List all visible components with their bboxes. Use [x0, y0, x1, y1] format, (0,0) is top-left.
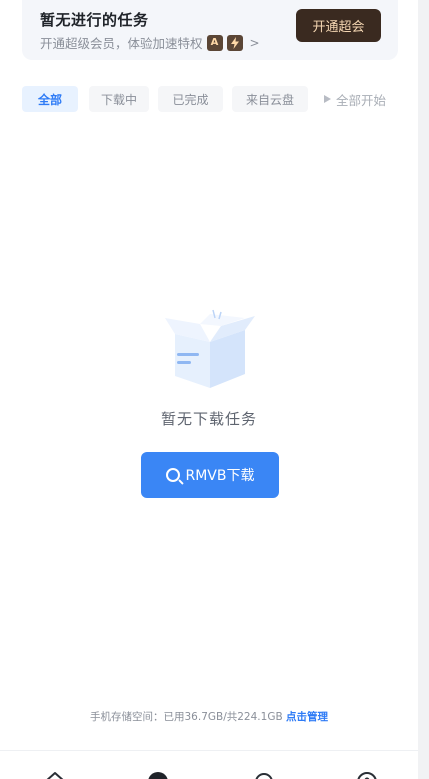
vip-banner-title: 暂无进行的任务: [40, 11, 149, 29]
empty-box-icon: [155, 296, 265, 396]
vip-badge-icon: A: [206, 34, 223, 51]
rmvb-download-search-button[interactable]: RMVB下载: [141, 452, 279, 498]
play-icon: [324, 95, 331, 103]
profile-icon[interactable]: [356, 771, 378, 779]
vip-banner[interactable]: 暂无进行的任务 开通超级会员，体验加速特权 A > 开通超会: [22, 0, 398, 60]
tab-all[interactable]: 全部: [22, 86, 78, 112]
storage-info: 手机存储空间：已用36.7GB/共224.1GB 点击管理: [0, 709, 418, 724]
open-super-vip-button[interactable]: 开通超会: [296, 9, 381, 42]
vip-banner-subtitle-row[interactable]: 开通超级会员，体验加速特权 A >: [40, 33, 260, 52]
empty-state-text: 暂无下载任务: [160, 410, 257, 428]
tab-completed[interactable]: 已完成: [158, 86, 223, 112]
filter-tabs: 全部 下载中 已完成 来自云盘 全部开始: [22, 86, 398, 112]
manage-storage-link[interactable]: 点击管理: [286, 711, 328, 723]
tab-from-cloud[interactable]: 来自云盘: [232, 86, 308, 112]
discover-icon[interactable]: [253, 771, 275, 779]
search-icon: [165, 468, 180, 482]
scrollbar-track[interactable]: [418, 0, 429, 779]
storage-text: 手机存储空间：已用36.7GB/共224.1GB: [90, 711, 283, 723]
tab-downloading[interactable]: 下载中: [89, 86, 149, 112]
bottom-nav: [0, 750, 418, 779]
chevron-right-icon: >: [249, 35, 260, 50]
search-button-label: RMVB下载: [185, 468, 255, 484]
start-all-button[interactable]: 全部开始: [324, 86, 386, 112]
download-icon[interactable]: [147, 771, 169, 779]
home-icon[interactable]: [44, 771, 66, 779]
start-all-label: 全部开始: [336, 92, 387, 108]
speed-boost-icon: [226, 34, 243, 51]
vip-banner-subtitle: 开通超级会员，体验加速特权: [40, 36, 203, 51]
download-page: 暂无进行的任务 开通超级会员，体验加速特权 A > 开通超会 全部 下载中 已完…: [0, 0, 418, 779]
